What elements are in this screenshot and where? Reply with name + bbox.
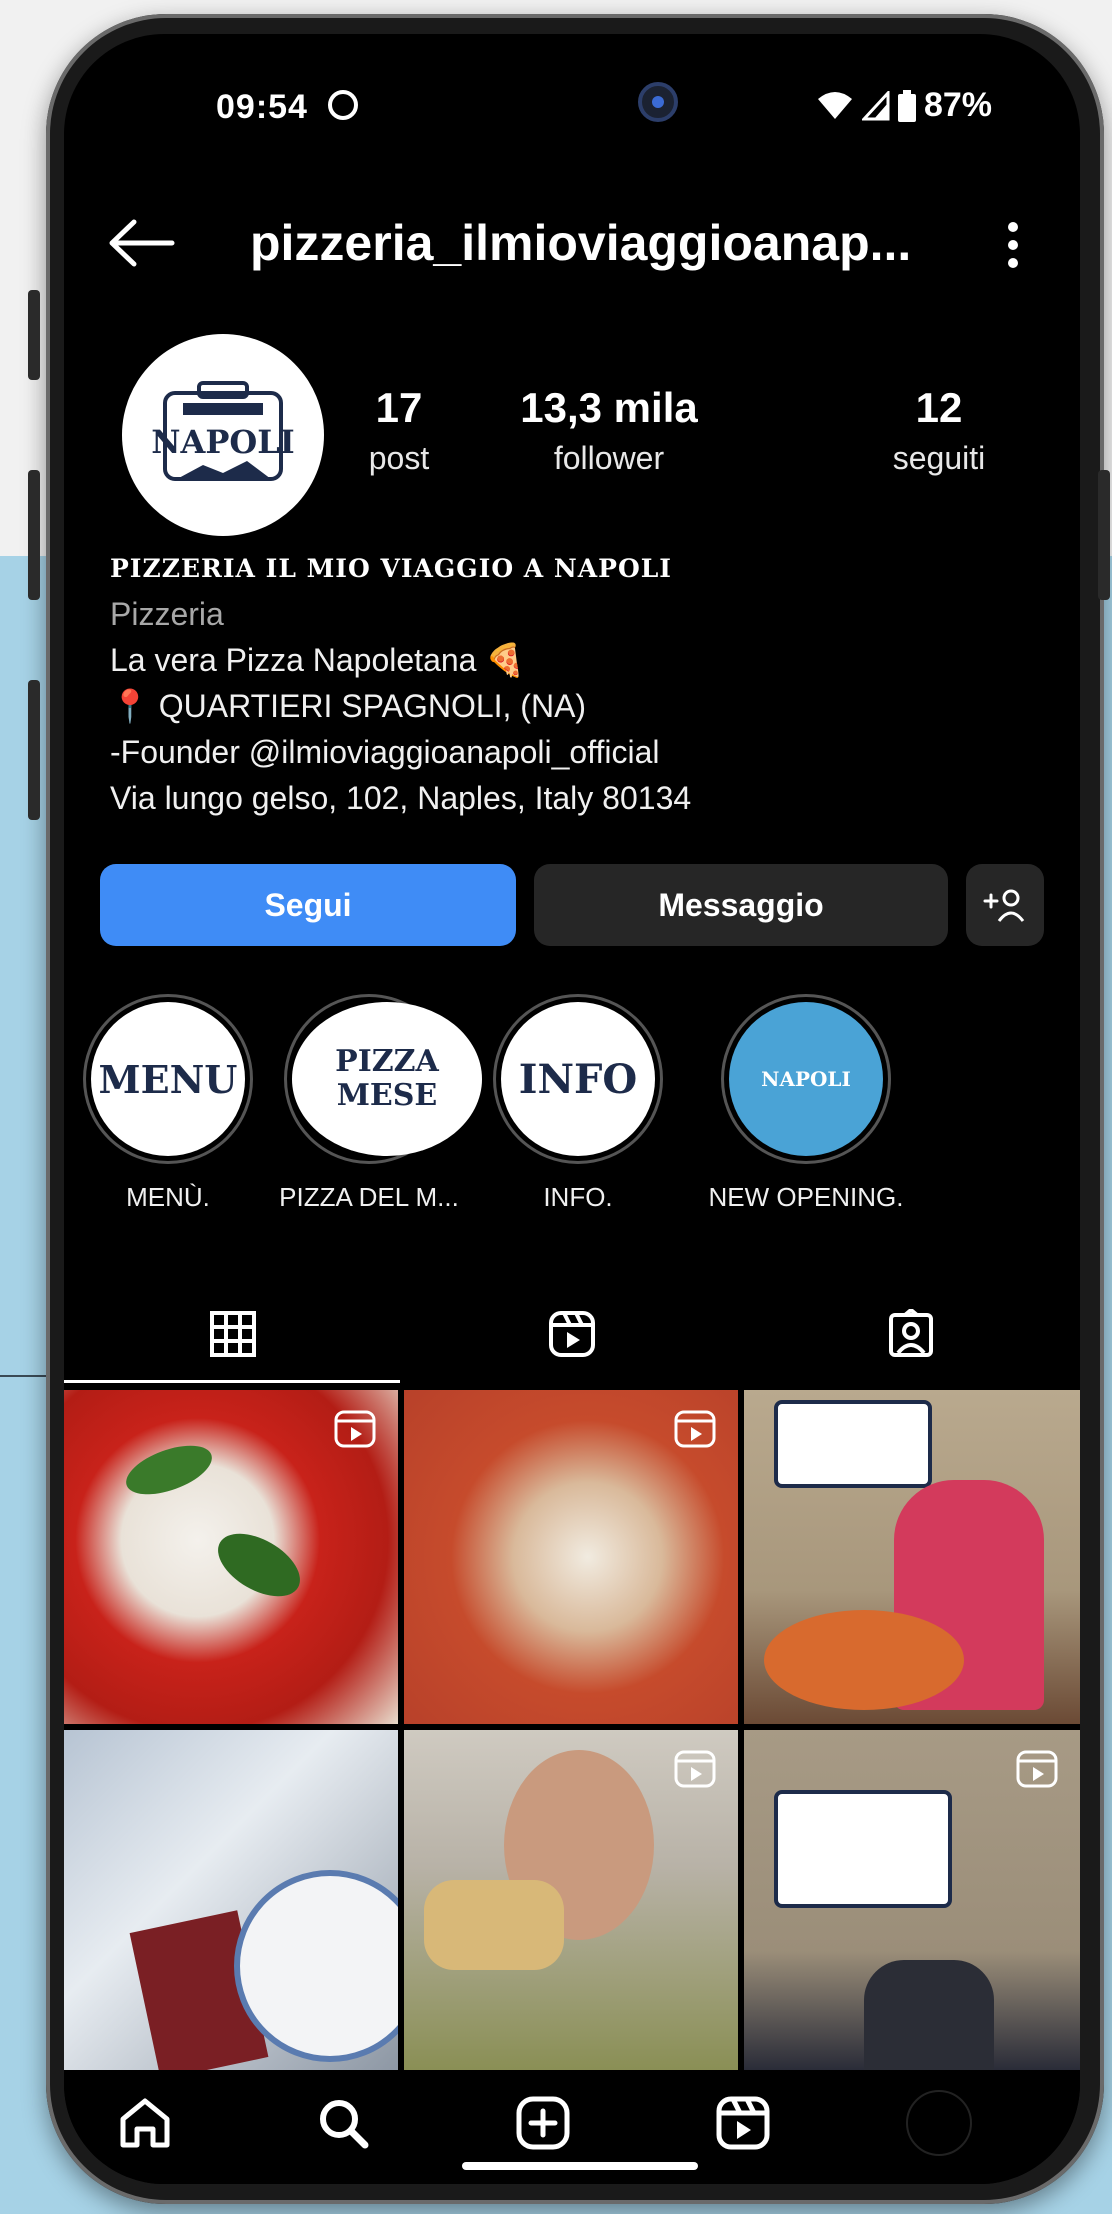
profile-username: pizzeria_ilmioviaggioanap... — [250, 215, 912, 271]
phone-side-button — [28, 290, 40, 380]
suggest-users-button[interactable] — [966, 864, 1044, 946]
post-image-detail — [774, 1400, 932, 1488]
highlight-info[interactable]: INFO INFO. — [476, 994, 680, 1213]
avatar-logo-text: NAPOLI — [151, 423, 294, 461]
post-tile[interactable] — [744, 1730, 1080, 2070]
reel-badge-icon — [674, 1750, 716, 1788]
nav-profile[interactable] — [904, 2088, 974, 2158]
followers-count: 13,3 mila — [520, 384, 698, 431]
highlight-label: INFO. — [543, 1182, 613, 1212]
reel-badge-icon — [674, 1410, 716, 1448]
home-indicator[interactable] — [462, 2162, 698, 2170]
profile-bio: PIZZERIA IL MIO VIAGGIO A NAPOLI Pizzeri… — [110, 554, 1040, 821]
following-stat[interactable]: 12 seguiti — [864, 384, 1014, 477]
nav-search[interactable] — [308, 2088, 378, 2158]
highlight-pizza-del-mese[interactable]: PIZZA MESE PIZZA DEL M... — [244, 994, 494, 1213]
nav-home[interactable] — [110, 2088, 180, 2158]
highlight-opening-art: NAPOLI — [729, 1002, 883, 1156]
nav-reels[interactable] — [708, 2088, 778, 2158]
profile-category: Pizzeria — [110, 596, 224, 632]
profile-avatar[interactable]: NAPOLI — [122, 334, 324, 536]
highlight-ring: INFO — [493, 994, 663, 1164]
post-image-detail — [119, 1435, 219, 1505]
wifi-icon — [817, 91, 852, 119]
vertical-dots-icon[interactable] — [1006, 220, 1020, 270]
reel-badge-icon — [1016, 1750, 1058, 1788]
battery-icon — [897, 89, 916, 122]
highlight-menu[interactable]: MENU MENÙ. — [78, 994, 258, 1213]
reel-badge-icon — [334, 1410, 376, 1448]
phone-screen: 09:54 87% pizzeria_ilmioviaggioanap... N… — [64, 34, 1080, 2184]
posts-label: post — [368, 440, 430, 476]
status-indicators: 87% — [816, 86, 992, 125]
nav-create[interactable] — [508, 2088, 578, 2158]
battery-percentage: 87% — [923, 86, 992, 124]
tab-posts[interactable] — [68, 1284, 398, 1384]
reels-icon — [549, 1311, 595, 1357]
post-image-detail — [774, 1790, 952, 1908]
reels-icon — [716, 2096, 770, 2150]
search-icon — [320, 2100, 369, 2149]
message-button[interactable]: Messaggio — [534, 864, 948, 946]
tab-reels[interactable] — [407, 1284, 737, 1384]
followers-label: follower — [553, 440, 665, 476]
status-time: 09:54 — [216, 88, 308, 126]
plus-square-icon — [516, 2096, 570, 2150]
phone-side-button — [28, 680, 40, 820]
bio-line-address[interactable]: Via lungo gelso, 102, Naples, Italy 8013… — [110, 775, 1040, 821]
post-image-detail — [424, 1880, 564, 1970]
bio-line-founder[interactable]: -Founder @ilmioviaggioanapoli_official — [110, 729, 1040, 775]
highlight-new-opening[interactable]: NAPOLI NEW OPENING. — [686, 994, 926, 1213]
highlight-info-art: INFO — [501, 1002, 655, 1156]
highlight-label: PIZZA DEL M... — [279, 1182, 459, 1212]
tab-tagged[interactable] — [746, 1284, 1076, 1384]
highlight-ring: PIZZA MESE — [284, 994, 482, 1164]
following-count: 12 — [915, 384, 963, 431]
follow-button[interactable]: Segui — [100, 864, 516, 946]
whatsapp-icon — [328, 90, 358, 120]
active-tab-indicator — [64, 1380, 400, 1383]
highlight-label: MENÙ. — [126, 1182, 210, 1212]
posts-grid — [64, 1390, 1080, 2070]
highlight-pizza-art: PIZZA MESE — [292, 1002, 482, 1156]
profile-display-name: PIZZERIA IL MIO VIAGGIO A NAPOLI — [110, 554, 673, 583]
highlight-ring: MENU — [83, 994, 253, 1164]
avatar-logo-image: NAPOLI — [151, 381, 295, 481]
following-label: seguiti — [892, 440, 986, 476]
signal-icon — [861, 90, 890, 120]
add-person-icon — [983, 889, 1025, 922]
profile-actions: Segui Messaggio — [100, 864, 1044, 946]
posts-stat[interactable]: 17 post — [324, 384, 474, 477]
arrow-left-icon[interactable] — [106, 218, 176, 268]
post-image-detail — [864, 1960, 994, 2070]
posts-count: 17 — [375, 384, 423, 431]
profile-header: pizzeria_ilmioviaggioanap... — [64, 184, 1080, 304]
profile-avatar — [906, 2090, 972, 2156]
grid-icon — [210, 1311, 256, 1357]
bio-line: 📍 QUARTIERI SPAGNOLI, (NA) — [110, 688, 587, 724]
profile-tabs — [64, 1284, 1080, 1384]
post-tile[interactable] — [404, 1390, 738, 1724]
phone-side-button — [1098, 470, 1110, 600]
post-image-detail — [207, 1520, 311, 1610]
tagged-icon — [889, 1309, 933, 1357]
followers-stat[interactable]: 13,3 mila follower — [484, 384, 734, 477]
post-tile[interactable] — [404, 1730, 738, 2070]
front-camera — [638, 82, 678, 122]
highlight-label: NEW OPENING. — [708, 1182, 904, 1212]
story-highlights: MENU MENÙ. PIZZA MESE PIZZA DEL M... INF… — [64, 994, 1080, 1234]
post-tile[interactable] — [64, 1730, 398, 2070]
home-icon — [120, 2098, 170, 2148]
status-bar: 09:54 87% — [64, 34, 1080, 174]
post-tile[interactable] — [744, 1390, 1080, 1724]
phone-side-button — [28, 470, 40, 600]
highlight-ring: NAPOLI — [721, 994, 891, 1164]
post-tile[interactable] — [64, 1390, 398, 1724]
post-image-detail — [764, 1610, 964, 1710]
highlight-menu-art: MENU — [91, 1002, 245, 1156]
bio-line: La vera Pizza Napoletana 🍕 — [110, 642, 526, 678]
